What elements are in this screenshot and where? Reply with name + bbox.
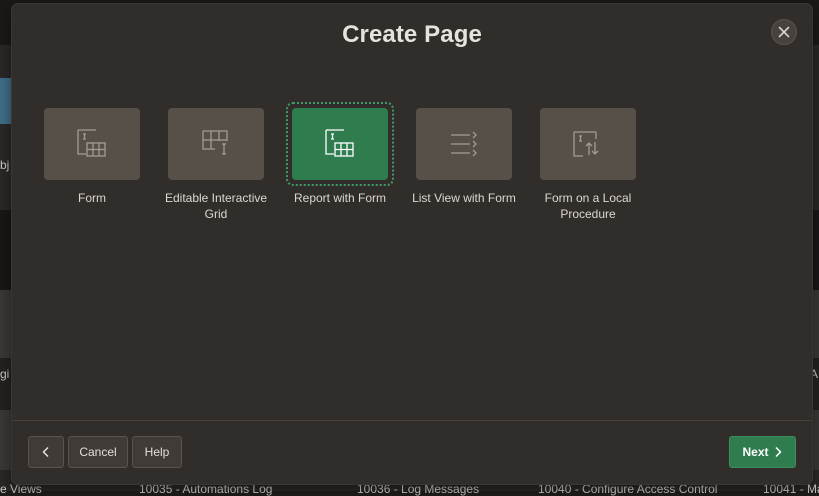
- chevron-left-icon: [42, 446, 49, 458]
- option-label: Report with Form: [293, 191, 387, 205]
- option-label: List View with Form: [412, 191, 516, 205]
- list-view-icon: [451, 131, 477, 157]
- background-link: 10040 - Configure Access Control: [538, 482, 718, 496]
- background-text: bj: [0, 158, 10, 172]
- procedure-form-icon: [573, 131, 599, 157]
- option-tile[interactable]: [168, 108, 264, 180]
- option-list-view-with-form[interactable]: List View with Form: [408, 108, 520, 206]
- option-tile[interactable]: [44, 108, 140, 180]
- report-with-form-icon: [325, 129, 354, 157]
- option-report-with-form[interactable]: Report with Form: [284, 102, 396, 206]
- chevron-right-icon: [774, 446, 782, 458]
- option-form[interactable]: Form: [36, 108, 148, 206]
- background-tile: [0, 78, 12, 124]
- form-icon: [77, 129, 106, 157]
- create-page-dialog: Create Page Form Editable Interactive Gr: [12, 4, 812, 484]
- footer-divider: [12, 420, 812, 421]
- option-label: Form: [78, 191, 106, 205]
- editable-grid-icon: [202, 130, 228, 155]
- close-icon: [778, 26, 790, 38]
- cancel-button[interactable]: Cancel: [68, 436, 128, 468]
- help-button[interactable]: Help: [132, 436, 182, 468]
- background-link: 10041 - Ma: [763, 482, 819, 496]
- next-button[interactable]: Next: [729, 436, 796, 468]
- background-link: e Views: [0, 482, 42, 496]
- dialog-title: Create Page: [342, 21, 482, 48]
- close-button[interactable]: [771, 19, 797, 45]
- background-link: 10036 - Log Messages: [357, 482, 480, 496]
- option-tile-selected[interactable]: [286, 102, 394, 186]
- option-tile[interactable]: [416, 108, 512, 180]
- background-link: 10035 - Automations Log: [139, 482, 273, 496]
- option-tile[interactable]: [540, 108, 636, 180]
- back-button[interactable]: [28, 436, 64, 468]
- option-editable-interactive-grid[interactable]: Editable Interactive Grid: [160, 108, 272, 222]
- next-button-label: Next: [742, 445, 769, 459]
- background-text: gi: [0, 367, 10, 381]
- option-label: Form on a Local Procedure: [544, 191, 632, 221]
- option-label: Editable Interactive Grid: [164, 191, 268, 221]
- option-form-on-local-procedure[interactable]: Form on a Local Procedure: [532, 108, 644, 222]
